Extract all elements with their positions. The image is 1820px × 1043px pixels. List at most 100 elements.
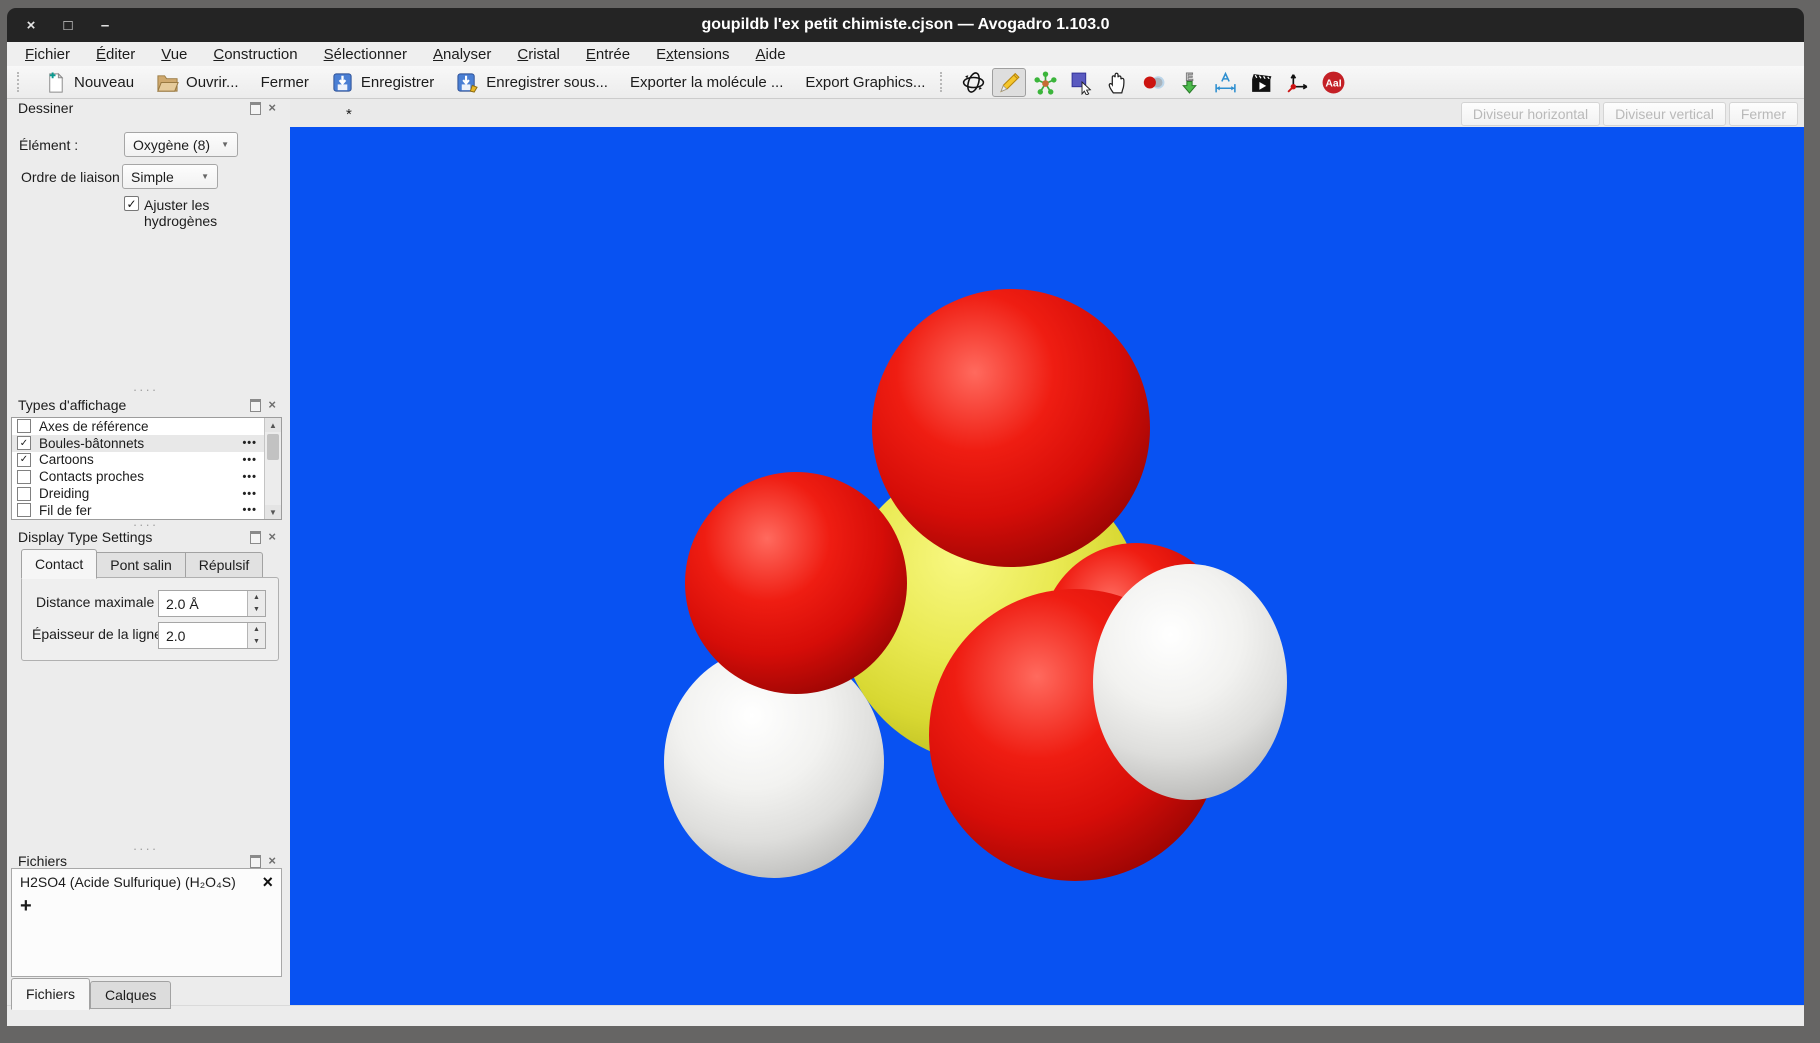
display-type-row-axes-de-reference[interactable]: Axes de référence: [12, 418, 265, 435]
file-list-item[interactable]: H2SO4 (Acide Sulfurique) (H₂O₄S) ×: [12, 869, 281, 895]
display-type-row-dreiding[interactable]: Dreiding •••: [12, 485, 265, 502]
spinbox-arrows[interactable]: ▲ ▼: [247, 591, 265, 616]
line-width-spinbox[interactable]: 2.0 ▲ ▼: [158, 622, 266, 649]
navigate-tool-button[interactable]: [956, 68, 990, 97]
scroll-down-icon[interactable]: ▼: [265, 505, 281, 519]
label-tool-button[interactable]: [1316, 68, 1350, 97]
scrollbar-thumb[interactable]: [267, 434, 279, 460]
display-type-row-boules-batonnets[interactable]: ✓Boules-bâtonnets•••: [12, 435, 265, 452]
template-tool-icon: [1033, 70, 1058, 95]
menu-aide[interactable]: Aide: [756, 46, 786, 63]
spin-up-icon[interactable]: ▲: [248, 591, 265, 604]
main-area: Dessiner × Élément : Oxygène (8) ▼ Ordre…: [7, 99, 1804, 1006]
label-tool-icon: [1321, 70, 1346, 95]
menu-extensions[interactable]: Extensions: [656, 46, 729, 63]
diviseur-horizontal-button[interactable]: Diviseur horizontal: [1461, 102, 1600, 126]
scroll-up-icon[interactable]: ▲: [265, 418, 281, 432]
new-document-icon: [44, 71, 67, 94]
select-tool-button[interactable]: [1064, 68, 1098, 97]
row-menu-icon[interactable]: •••: [242, 488, 257, 500]
viewport-3d[interactable]: [290, 127, 1804, 1006]
left-dock: Dessiner × Élément : Oxygène (8) ▼ Ordre…: [7, 99, 284, 1006]
avogadro-window: ×□– goupildb l'ex petit chimiste.cjson —…: [0, 0, 1820, 1043]
display-type-checkbox[interactable]: [17, 503, 31, 517]
toolbar-drag-handle[interactable]: [17, 72, 25, 92]
panel-splitter[interactable]: ····: [7, 387, 284, 393]
manipulate-tool-button[interactable]: [1100, 68, 1134, 97]
modified-indicator: *: [346, 106, 352, 123]
close-file-icon[interactable]: ×: [262, 874, 273, 890]
titlebar[interactable]: ×□– goupildb l'ex petit chimiste.cjson —…: [7, 8, 1804, 42]
row-menu-icon[interactable]: •••: [242, 471, 257, 483]
element-combobox[interactable]: Oxygène (8) ▼: [124, 132, 238, 157]
display-type-checkbox[interactable]: [17, 419, 31, 433]
align-tool-button[interactable]: [1280, 68, 1314, 97]
fermer-button[interactable]: Fermer: [250, 68, 320, 96]
row-menu-icon[interactable]: •••: [242, 437, 257, 449]
enregistrer-button[interactable]: Enregistrer: [320, 68, 445, 96]
tab-repulsif[interactable]: Répulsif: [186, 552, 264, 578]
menu-cristal[interactable]: Cristal: [517, 46, 560, 63]
display-type-settings-title: Display Type Settings: [18, 529, 152, 545]
float-panel-icon[interactable]: [250, 531, 261, 544]
scrollbar[interactable]: ▲ ▼: [264, 418, 281, 519]
display-type-checkbox[interactable]: [17, 470, 31, 484]
menu-editer[interactable]: Éditer: [96, 46, 135, 63]
bond-centric-tool-button[interactable]: [1136, 68, 1170, 97]
nouveau-button[interactable]: Nouveau: [33, 68, 145, 96]
display-type-row-cartoons[interactable]: ✓Cartoons•••: [12, 452, 265, 469]
menu-construction[interactable]: Construction: [213, 46, 297, 63]
display-type-settings-header: Display Type Settings ×: [7, 528, 284, 546]
fermer-button[interactable]: Fermer: [1729, 102, 1798, 126]
tab-contact[interactable]: Contact: [21, 549, 97, 579]
float-panel-icon[interactable]: [250, 399, 261, 412]
add-file-button[interactable]: +: [20, 897, 32, 915]
spinbox-arrows[interactable]: ▲ ▼: [247, 623, 265, 648]
close-panel-icon[interactable]: ×: [268, 103, 276, 113]
bond-order-combobox-value: Simple: [131, 169, 174, 185]
import-fragment-tool-button[interactable]: [1172, 68, 1206, 97]
float-panel-icon[interactable]: [250, 855, 261, 868]
display-type-row-contacts-proches[interactable]: Contacts proches •••: [12, 468, 265, 485]
bond-order-combobox[interactable]: Simple ▼: [122, 164, 218, 189]
menu-analyser[interactable]: Analyser: [433, 46, 491, 63]
export-graphics-button[interactable]: Export Graphics...: [794, 68, 936, 96]
template-tool-button[interactable]: [1028, 68, 1062, 97]
enregistrer-sous-button[interactable]: Enregistrer sous...: [445, 68, 619, 96]
diviseur-vertical-button[interactable]: Diviseur vertical: [1603, 102, 1726, 126]
menu-vue[interactable]: Vue: [161, 46, 187, 63]
display-type-checkbox[interactable]: ✓: [17, 436, 31, 450]
measure-tool-button[interactable]: [1208, 68, 1242, 97]
toolbar-drag-handle-2[interactable]: [940, 72, 948, 92]
display-type-checkbox[interactable]: ✓: [17, 453, 31, 467]
window-body: Fichier Éditer Vue Construction Sélectionner…: [7, 42, 1804, 1026]
exporter-la-molecule-button[interactable]: Exporter la molécule ...: [619, 68, 794, 96]
adjust-hydrogens-checkbox[interactable]: ✓: [124, 196, 139, 211]
close-panel-icon[interactable]: ×: [268, 856, 276, 866]
row-menu-icon[interactable]: •••: [242, 504, 257, 516]
display-type-label: Dreiding: [39, 486, 89, 501]
toolbar-file-actions: Nouveau Ouvrir... FermerEnregistrerEnregis…: [33, 68, 936, 96]
spin-up-icon[interactable]: ▲: [248, 623, 265, 636]
animation-tool-button[interactable]: [1244, 68, 1278, 97]
spin-down-icon[interactable]: ▼: [248, 636, 265, 649]
draw-panel-title: Dessiner: [18, 100, 73, 116]
draw-tool-button[interactable]: [992, 68, 1026, 97]
ouvrir-button[interactable]: Ouvrir...: [145, 68, 250, 96]
row-menu-icon[interactable]: •••: [242, 454, 257, 466]
line-width-value: 2.0: [159, 628, 247, 644]
tab-pont-salin[interactable]: Pont salin: [97, 552, 185, 578]
bottom-tab-fichiers[interactable]: Fichiers: [11, 978, 90, 1010]
max-distance-spinbox[interactable]: 2.0 Å ▲ ▼: [158, 590, 266, 617]
menu-fichier[interactable]: Fichier: [25, 46, 70, 63]
float-panel-icon[interactable]: [250, 102, 261, 115]
toolbar-button-label: Ouvrir...: [186, 74, 239, 91]
spin-down-icon[interactable]: ▼: [248, 604, 265, 617]
menu-entree[interactable]: Entrée: [586, 46, 630, 63]
close-panel-icon[interactable]: ×: [268, 400, 276, 410]
display-type-label: Contacts proches: [39, 469, 144, 484]
display-type-checkbox[interactable]: [17, 487, 31, 501]
close-panel-icon[interactable]: ×: [268, 532, 276, 542]
menu-selectionner[interactable]: Sélectionner: [324, 46, 407, 63]
bottom-tab-calques[interactable]: Calques: [90, 981, 171, 1009]
